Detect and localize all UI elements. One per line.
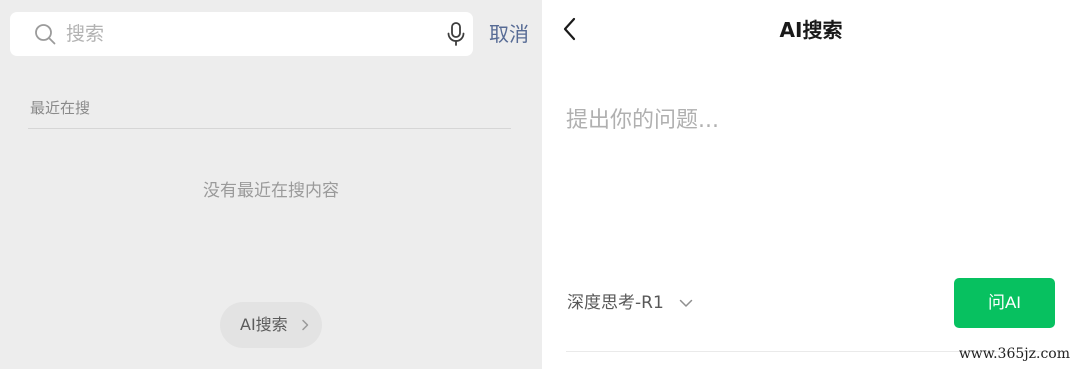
empty-state-text: 没有最近在搜内容 (203, 181, 339, 201)
ai-search-panel: AI搜索 提出你的问题... 深度思考-R1 问AI (542, 0, 1080, 369)
search-icon (35, 24, 56, 45)
model-select[interactable]: 深度思考-R1 (567, 291, 693, 315)
model-select-value: 深度思考-R1 (567, 293, 664, 313)
ask-ai-button[interactable]: 问AI (954, 278, 1055, 328)
search-placeholder: 搜索 (66, 23, 105, 45)
page-title: AI搜索 (779, 18, 843, 42)
search-panel: 搜索 取消 最近在搜 没有最近在搜内容 AI搜索 (0, 0, 542, 369)
chevron-right-icon (302, 319, 309, 331)
cancel-button[interactable]: 取消 (489, 21, 529, 47)
divider (28, 128, 511, 129)
ask-ai-label: 问AI (987, 293, 1022, 312)
ai-search-button[interactable]: AI搜索 (220, 302, 322, 348)
microphone-icon[interactable] (443, 21, 469, 47)
recent-searches-heading: 最近在搜 (30, 99, 91, 117)
watermark: www.365jz.com (958, 346, 1070, 362)
ai-search-label: AI搜索 (240, 315, 288, 334)
chevron-down-icon (679, 299, 693, 307)
search-input[interactable]: 搜索 (10, 12, 473, 56)
question-input[interactable]: 提出你的问题... (566, 107, 719, 135)
